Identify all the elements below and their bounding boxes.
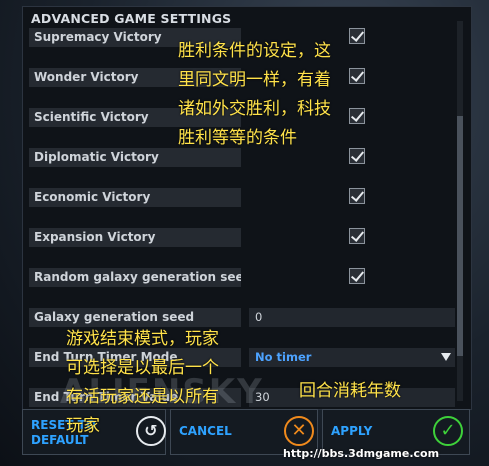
dropdown-arrow-icon (441, 353, 451, 361)
wonder-victory-checkbox[interactable] (349, 68, 365, 84)
victory-note-line: 里同文明一样，有着 (178, 70, 331, 90)
galaxy-seed-input[interactable]: 0 (249, 308, 455, 327)
setting-label: Random galaxy generation seed (29, 268, 241, 287)
supremacy-victory-checkbox[interactable] (349, 28, 365, 44)
setting-label: Expansion Victory (29, 228, 241, 247)
check-icon: ✓ (433, 416, 463, 446)
close-icon: ✕ (284, 416, 314, 446)
mode-note-line: 存活玩家还是以所有 (66, 387, 219, 407)
timer-mode-dropdown[interactable]: No timer (249, 348, 455, 367)
economic-victory-checkbox[interactable] (349, 188, 365, 204)
settings-scrollbar[interactable] (457, 21, 463, 401)
scientific-victory-checkbox[interactable] (349, 108, 365, 124)
mode-note-line: 可选择是以最后一个 (66, 358, 219, 378)
expansion-victory-checkbox[interactable] (349, 228, 365, 244)
victory-note-line: 胜利等等的条件 (178, 128, 297, 148)
diplomatic-victory-checkbox[interactable] (349, 148, 365, 164)
random-seed-checkbox[interactable] (349, 268, 365, 284)
setting-row-economic: Economic Victory (29, 188, 459, 210)
timer-mode-value: No timer (255, 350, 312, 364)
mode-note: 游戏结束模式，玩家 可选择是以最后一个 存活玩家还是以所有 玩家 (66, 325, 219, 441)
panel-title: ADVANCED GAME SETTINGS (31, 11, 232, 26)
victory-note-line: 胜利条件的设定，这 (178, 41, 331, 61)
setting-row-expansion: Expansion Victory (29, 228, 459, 250)
victory-note: 胜利条件的设定，这 里同文明一样，有着 诸如外交胜利，科技 胜利等等的条件 (178, 37, 331, 153)
setting-row-random-seed: Random galaxy generation seed (29, 268, 459, 290)
apply-label: APPLY (331, 424, 373, 438)
victory-note-line: 诸如外交胜利，科技 (178, 99, 331, 119)
source-url: http://bbs.3dmgame.com (283, 447, 440, 460)
scrollbar-thumb[interactable] (457, 116, 463, 356)
setting-label: Economic Victory (29, 188, 241, 207)
mode-note-line: 玩家 (66, 416, 100, 436)
timer-note: 回合消耗年数 (299, 381, 401, 401)
mode-note-line: 游戏结束模式，玩家 (66, 329, 219, 349)
